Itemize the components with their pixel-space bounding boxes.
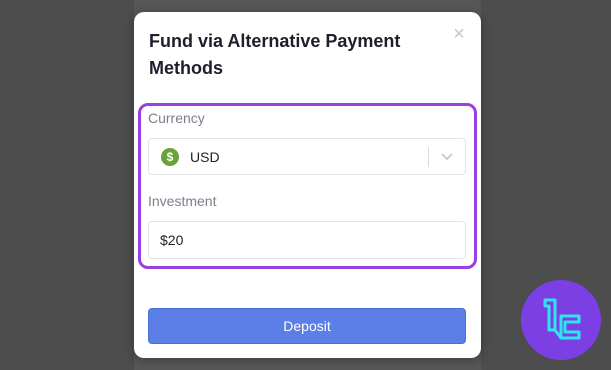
fund-modal: Fund via Alternative Payment Methods × C…: [134, 12, 481, 358]
modal-title: Fund via Alternative Payment Methods: [149, 31, 401, 78]
select-divider: [428, 147, 429, 167]
currency-select[interactable]: $ USD: [148, 138, 466, 175]
investment-input[interactable]: $20: [148, 221, 466, 259]
chevron-down-icon[interactable]: [440, 151, 454, 163]
close-icon[interactable]: ×: [451, 24, 467, 44]
background-left: [0, 0, 134, 370]
investment-label: Investment: [148, 193, 217, 209]
currency-selected-value: USD: [190, 149, 220, 165]
brand-logo-icon: [521, 280, 601, 360]
deposit-button[interactable]: Deposit: [148, 308, 466, 344]
currency-label: Currency: [148, 110, 205, 126]
dollar-coin-icon: $: [161, 148, 179, 166]
